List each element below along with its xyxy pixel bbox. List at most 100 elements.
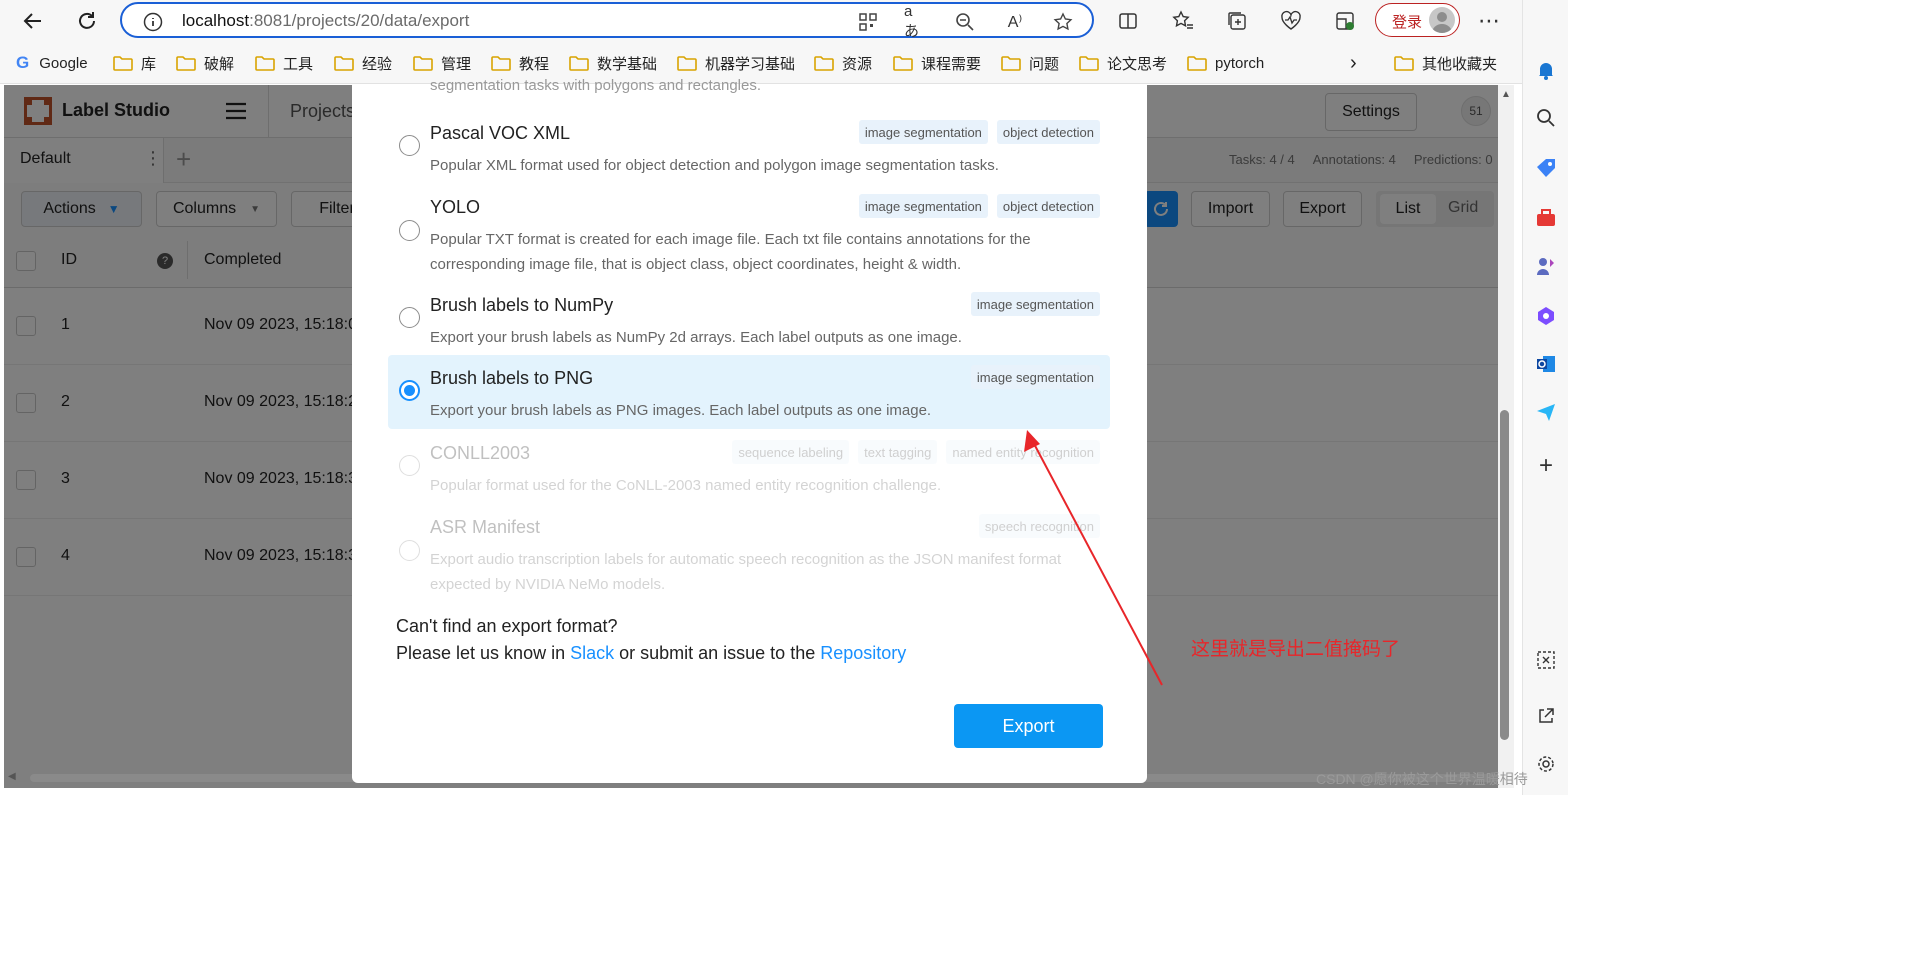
format-tag: image segmentation	[970, 292, 1100, 316]
microsoft365-icon[interactable]	[1532, 302, 1560, 330]
export-button[interactable]: Export	[954, 704, 1103, 748]
bookmark-label: 教程	[519, 55, 550, 73]
bookmark-folder[interactable]: pytorch	[1187, 51, 1264, 75]
bookmark-label: 机器学习基础	[705, 55, 796, 73]
browser-essentials-icon[interactable]	[1278, 8, 1304, 34]
folder-icon	[491, 55, 511, 71]
bookmark-folder[interactable]: 工具	[255, 51, 313, 75]
qr-code-icon[interactable]	[857, 11, 879, 33]
format-option-brush-png[interactable]: Brush labels to PNG Export your brush la…	[388, 355, 1110, 429]
scroll-up-arrow-icon[interactable]: ▲	[1501, 89, 1511, 100]
format-tag: image segmentation	[970, 365, 1100, 389]
bookmark-folder[interactable]: 经验	[334, 51, 392, 75]
export-help-text: Can't find an export format? Please let …	[396, 613, 906, 667]
favorite-star-icon[interactable]	[1052, 11, 1074, 33]
shopping-tag-icon[interactable]	[1532, 154, 1560, 182]
format-description: Export audio transcription labels for au…	[430, 551, 1062, 593]
help-line-1: Can't find an export format?	[396, 616, 618, 636]
bookmark-label: 经验	[362, 55, 393, 73]
bookmark-folder[interactable]: 破解	[176, 51, 234, 75]
bookmark-label: 课程需要	[921, 55, 982, 73]
login-button[interactable]: 登录	[1375, 3, 1460, 37]
bookmark-folder[interactable]: 库	[113, 51, 156, 75]
folder-icon	[893, 55, 913, 71]
folder-icon	[113, 55, 133, 71]
repository-link[interactable]: Repository	[820, 643, 906, 663]
bookmark-folder[interactable]: 数学基础	[569, 51, 657, 75]
back-icon[interactable]	[16, 4, 50, 38]
games-icon[interactable]	[1532, 252, 1560, 280]
format-name: ASR Manifest	[430, 517, 541, 537]
bookmark-folder[interactable]: 管理	[413, 51, 471, 75]
login-label: 登录	[1392, 14, 1423, 31]
translate-icon[interactable]: aあ	[904, 3, 926, 40]
profile-avatar-icon	[1429, 7, 1455, 33]
bookmark-folder[interactable]: 课程需要	[893, 51, 981, 75]
folder-icon	[677, 55, 697, 71]
bookmark-other-favorites[interactable]: 其他收藏夹	[1394, 51, 1497, 75]
search-icon[interactable]	[1532, 104, 1560, 132]
favorites-icon[interactable]	[1170, 8, 1196, 34]
chevron-right-icon[interactable]: ›	[1350, 51, 1357, 75]
bookmark-label: pytorch	[1215, 54, 1265, 72]
watermark: CSDN @愿你被这个世界温暖相待	[1316, 771, 1528, 787]
format-name: Pascal VOC XML	[430, 123, 571, 143]
read-aloud-icon[interactable]: A⁾	[1004, 11, 1026, 33]
help-text-b: or submit an issue to the	[614, 643, 821, 663]
bookmark-label: 数学基础	[597, 55, 658, 73]
screenshot-icon[interactable]	[1532, 646, 1560, 674]
open-external-icon[interactable]	[1532, 702, 1560, 730]
format-radio[interactable]	[399, 135, 420, 156]
help-line-2: Please let us know in Slack or submit an…	[396, 640, 906, 667]
notification-bell-icon[interactable]	[1532, 56, 1560, 84]
site-info-icon[interactable]	[142, 11, 164, 33]
folder-icon	[569, 55, 589, 71]
reload-icon[interactable]	[70, 4, 104, 38]
address-bar[interactable]: localhost:8081/projects/20/data/export a…	[120, 2, 1094, 40]
scroll-left-arrow-icon[interactable]: ◀	[8, 771, 16, 782]
format-description: Export your brush labels as NumPy 2d arr…	[430, 329, 962, 346]
folder-icon	[176, 55, 196, 71]
more-menu-icon[interactable]: ⋯	[1476, 8, 1502, 34]
collections-icon[interactable]	[1224, 8, 1250, 34]
format-tag: image segmentation	[858, 120, 988, 144]
google-icon: G	[16, 53, 30, 72]
help-text-a: Please let us know in	[396, 643, 571, 663]
format-radio-selected[interactable]	[399, 380, 420, 401]
bookmark-google[interactable]: G Google	[16, 51, 88, 75]
url-path: :8081/projects/20/data/export	[249, 11, 470, 30]
format-radio[interactable]	[399, 220, 420, 241]
split-screen-icon[interactable]	[1115, 8, 1141, 34]
format-option-pascal-voc[interactable]: Pascal VOC XML Popular XML format used f…	[388, 110, 1110, 184]
browser-toolbar: localhost:8081/projects/20/data/export a…	[0, 0, 1568, 42]
format-description: Export your brush labels as PNG images. …	[430, 402, 932, 419]
vertical-scrollbar-thumb[interactable]	[1500, 410, 1509, 740]
folder-icon	[1079, 55, 1099, 71]
bookmark-folder[interactable]: 论文思考	[1079, 51, 1167, 75]
folder-icon	[255, 55, 275, 71]
send-icon[interactable]	[1532, 398, 1560, 426]
extensions-icon[interactable]	[1332, 8, 1358, 34]
add-icon[interactable]: +	[1532, 452, 1560, 480]
bookmark-label: Google	[39, 54, 88, 72]
outlook-icon[interactable]	[1532, 350, 1560, 378]
format-description: Popular format used for the CoNLL-2003 n…	[430, 477, 942, 494]
tools-icon[interactable]	[1532, 204, 1560, 232]
format-option-brush-numpy[interactable]: Brush labels to NumPy Export your brush …	[388, 282, 1110, 356]
url-text: localhost:8081/projects/20/data/export	[182, 11, 469, 31]
format-tag: object detection	[996, 120, 1100, 144]
format-tag: image segmentation	[858, 194, 988, 218]
zoom-out-icon[interactable]	[954, 11, 976, 33]
bookmark-folder[interactable]: 问题	[1001, 51, 1059, 75]
bookmark-folder[interactable]: 机器学习基础	[677, 51, 795, 75]
format-option-asr-manifest: ASR Manifest Export audio transcription …	[388, 504, 1110, 600]
folder-icon	[1394, 55, 1414, 71]
folder-icon	[1187, 55, 1207, 71]
format-radio[interactable]	[399, 307, 420, 328]
settings-gear-icon[interactable]	[1532, 750, 1560, 778]
format-option-yolo[interactable]: YOLO Popular TXT format is created for e…	[388, 184, 1110, 280]
format-description: Popular TXT format is created for each i…	[430, 231, 1031, 273]
bookmark-folder[interactable]: 资源	[814, 51, 872, 75]
bookmark-folder[interactable]: 教程	[491, 51, 549, 75]
slack-link[interactable]: Slack	[570, 643, 614, 663]
